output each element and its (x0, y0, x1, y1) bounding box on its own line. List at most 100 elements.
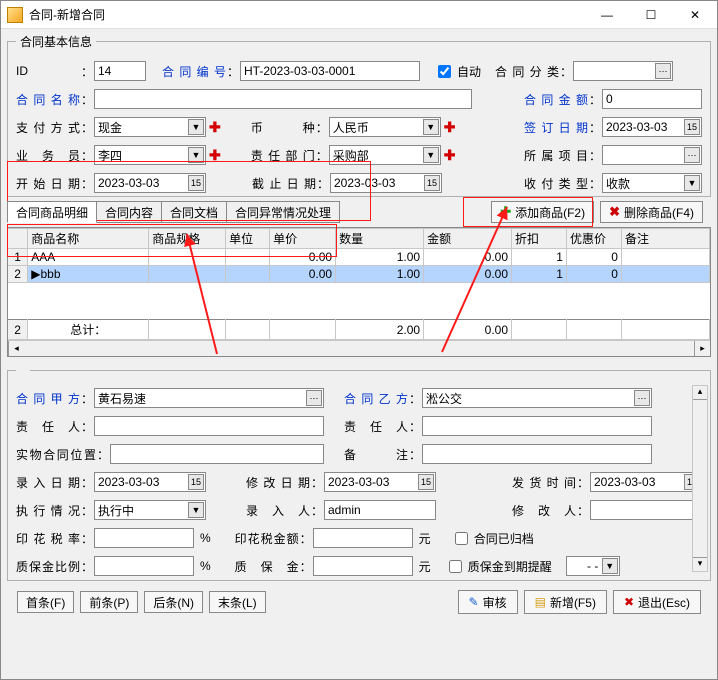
chevron-down-icon[interactable]: ▼ (423, 147, 439, 163)
lbl-entered-by: 录 入 人 (246, 502, 310, 519)
col-header[interactable]: 折扣 (512, 229, 567, 249)
calendar-icon[interactable]: 15 (684, 119, 700, 135)
col-header[interactable]: 单位 (226, 229, 270, 249)
lbl-mod-date: 修改日期 (246, 474, 310, 491)
deposit-alert-checkbox[interactable]: 质保金到期提醒 (445, 557, 552, 576)
prev-button[interactable]: 前条(P) (80, 591, 138, 613)
lbl-pay: 支付方式 (16, 119, 80, 136)
auto-checkbox[interactable]: 自动 (434, 62, 481, 81)
lbl-loc: 实物合同位置 (16, 446, 96, 463)
col-header[interactable]: 单价 (270, 229, 336, 249)
resp-a-field[interactable] (94, 416, 324, 436)
tab-docs[interactable]: 合同文档 (161, 201, 227, 223)
hscrollbar[interactable]: ◂ ▸ (8, 340, 710, 356)
scroll-up-icon[interactable]: ▴ (693, 386, 707, 400)
contract-no-field[interactable] (240, 61, 420, 81)
stamp-rate-field[interactable] (94, 528, 194, 548)
maximize-button[interactable]: ☐ (629, 1, 673, 29)
loc-field[interactable] (110, 444, 324, 464)
add-item-button[interactable]: ✚添加商品(F2) (491, 201, 594, 223)
chevron-down-icon[interactable]: ▼ (188, 502, 204, 518)
tab-items[interactable]: 合同商品明细 (7, 201, 97, 223)
ellipsis-icon[interactable]: ⋯ (655, 63, 671, 79)
calendar-icon[interactable]: 15 (424, 175, 440, 191)
plus-icon[interactable]: ✚ (444, 147, 456, 164)
col-header[interactable]: 商品规格 (149, 229, 226, 249)
deposit-rate-field[interactable] (94, 556, 194, 576)
scroll-right-icon[interactable]: ▸ (694, 341, 710, 356)
resp-b-field[interactable] (422, 416, 652, 436)
lbl-end: 截止日期 (252, 175, 316, 192)
table-row[interactable]: 1AAA0.001.000.0010 (8, 249, 710, 266)
ellipsis-icon[interactable]: ⋯ (684, 147, 700, 163)
lbl-remark: 备 注 (344, 446, 408, 463)
footer: 首条(F) 前条(P) 后条(N) 末条(L) ✎审核 ▤新增(F5) ✖退出(… (7, 585, 711, 619)
remark-field[interactable] (422, 444, 652, 464)
minimize-button[interactable]: — (585, 1, 629, 29)
items-grid[interactable]: 商品名称商品规格单位单价数量金额折扣优惠价备注 1AAA0.001.000.00… (7, 227, 711, 357)
lbl-resp-a: 责 任 人 (16, 418, 80, 435)
lbl-stamp-rate: 印花税率 (16, 530, 80, 547)
close-button[interactable]: ✕ (673, 1, 717, 29)
lbl-status: 执行情况 (16, 502, 80, 519)
chevron-down-icon[interactable]: ▼ (602, 558, 618, 574)
calendar-icon[interactable]: 15 (418, 474, 434, 490)
col-header[interactable]: 商品名称 (28, 229, 149, 249)
lbl-party-a: 合同甲方 (16, 390, 80, 407)
col-header[interactable]: 金额 (424, 229, 512, 249)
amount-field[interactable] (602, 89, 702, 109)
lbl-name: 合同名称 (16, 91, 80, 108)
plus-icon[interactable]: ✚ (209, 119, 221, 136)
basic-info-legend: 合同基本信息 (16, 33, 96, 50)
last-button[interactable]: 末条(L) (209, 591, 266, 613)
plus-icon[interactable]: ✚ (209, 147, 221, 164)
archived-checkbox[interactable]: 合同已归档 (451, 529, 534, 548)
lbl-entry-date: 录入日期 (16, 474, 80, 491)
plus-icon: ✚ (500, 204, 511, 220)
chevron-down-icon[interactable]: ▼ (188, 147, 204, 163)
file-icon: ▤ (535, 595, 546, 609)
col-header[interactable]: 备注 (621, 229, 709, 249)
ellipsis-icon[interactable]: ⋯ (634, 390, 650, 406)
chevron-down-icon[interactable]: ▼ (684, 175, 700, 191)
x-icon: ✖ (624, 595, 634, 609)
lbl-id: ID (16, 64, 80, 78)
vscrollbar[interactable]: ▴ ▾ (692, 385, 708, 572)
lbl-paytype: 收付类型 (524, 175, 588, 192)
calendar-icon[interactable]: 15 (188, 474, 204, 490)
plus-icon[interactable]: ✚ (444, 119, 456, 136)
lbl-stamp-amt: 印花税金额 (235, 530, 299, 547)
lbl-deposit: 质 保 金 (235, 558, 299, 575)
col-header[interactable]: 优惠价 (566, 229, 621, 249)
chevron-down-icon[interactable]: ▼ (188, 119, 204, 135)
exit-button[interactable]: ✖退出(Esc) (613, 590, 701, 614)
tab-exceptions[interactable]: 合同异常情况处理 (226, 201, 340, 223)
stamp-amt-field[interactable] (313, 528, 413, 548)
deposit-field[interactable] (313, 556, 413, 576)
lbl-project: 所属项目 (524, 147, 588, 164)
lbl-signdate: 签订日期 (524, 119, 588, 136)
col-header[interactable]: 数量 (336, 229, 424, 249)
ellipsis-icon[interactable]: ⋯ (306, 390, 322, 406)
first-button[interactable]: 首条(F) (17, 591, 74, 613)
table-row[interactable]: 2▶bbb0.001.000.0010 (8, 266, 710, 283)
audit-button[interactable]: ✎审核 (458, 590, 518, 614)
tab-content[interactable]: 合同内容 (96, 201, 162, 223)
calendar-icon[interactable]: 15 (188, 175, 204, 191)
total-row: 2总计：2.000.00 (8, 320, 710, 340)
scroll-down-icon[interactable]: ▾ (693, 557, 707, 571)
delete-item-button[interactable]: ✖删除商品(F4) (600, 201, 703, 223)
new-button[interactable]: ▤新增(F5) (524, 590, 607, 614)
chevron-down-icon[interactable]: ▼ (423, 119, 439, 135)
name-field[interactable] (94, 89, 472, 109)
id-field[interactable] (94, 61, 146, 81)
entered-by-field[interactable] (324, 500, 436, 520)
lbl-amount: 合同金额 (524, 91, 588, 108)
scroll-left-icon[interactable]: ◂ (8, 341, 24, 356)
next-button[interactable]: 后条(N) (144, 591, 203, 613)
party-b-field[interactable] (422, 388, 652, 408)
modified-by-field[interactable] (590, 500, 702, 520)
party-a-field[interactable] (94, 388, 324, 408)
x-icon: ✖ (609, 204, 620, 220)
app-icon (7, 7, 23, 23)
